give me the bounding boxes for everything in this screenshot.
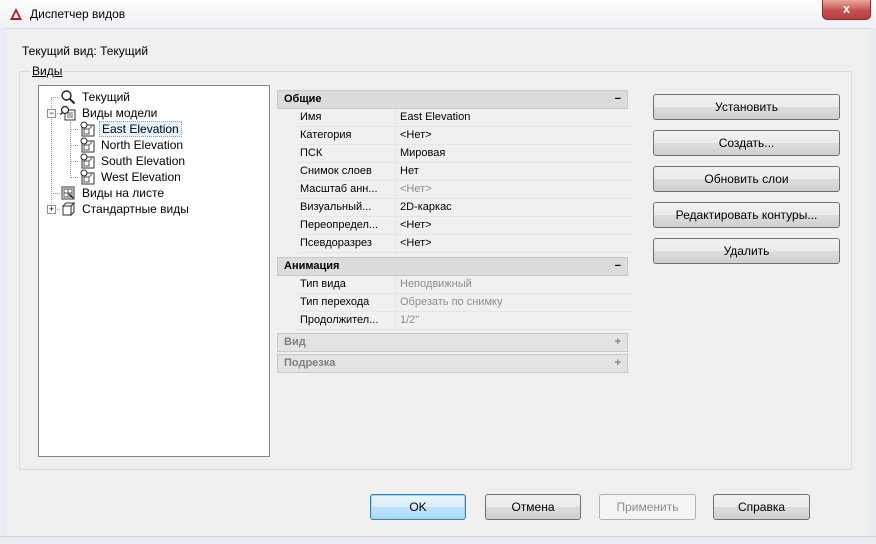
tree-line bbox=[70, 122, 71, 178]
tree-item-label: Виды модели bbox=[82, 106, 158, 120]
property-row[interactable]: Визуальный... 2D-каркас bbox=[277, 199, 632, 217]
preset-views-cube-icon bbox=[61, 201, 76, 217]
property-value[interactable]: Нет bbox=[396, 163, 632, 181]
category-title: Вид bbox=[284, 336, 306, 348]
tree-item-label: Текущий bbox=[82, 90, 130, 104]
expand-icon[interactable]: + bbox=[615, 355, 621, 372]
property-value[interactable]: 2D-каркас bbox=[396, 199, 632, 217]
category-clipping[interactable]: Подрезка + bbox=[277, 354, 628, 373]
named-view-icon bbox=[80, 153, 95, 169]
ok-button[interactable]: OK bbox=[370, 494, 466, 520]
layout-views-icon bbox=[61, 186, 75, 200]
edit-boundaries-button[interactable]: Редактировать контуры... bbox=[653, 202, 840, 228]
collapse-toggle[interactable]: − bbox=[47, 109, 56, 118]
property-row[interactable]: Переопредел... <Нет> bbox=[277, 217, 632, 235]
named-view-icon bbox=[80, 169, 95, 185]
title-bar: Диспетчер видов x bbox=[0, 0, 876, 29]
close-button[interactable]: x bbox=[822, 0, 871, 20]
property-row[interactable]: Продолжител... 1/2" bbox=[277, 312, 632, 330]
property-name: Продолжител... bbox=[297, 312, 396, 330]
cancel-button[interactable]: Отмена bbox=[485, 494, 581, 520]
property-name: Имя bbox=[297, 109, 396, 127]
category-view[interactable]: Вид + bbox=[277, 333, 628, 352]
property-name: Тип вида bbox=[297, 276, 396, 294]
property-value[interactable]: Мировая bbox=[396, 145, 632, 163]
named-view-icon bbox=[80, 137, 95, 153]
current-view-label: Текущий вид: Текущий bbox=[22, 44, 149, 58]
tree-item-label: North Elevation bbox=[101, 138, 184, 152]
property-name: ПСК bbox=[297, 145, 396, 163]
model-views-icon bbox=[60, 105, 76, 121]
property-value[interactable]: <Нет> bbox=[396, 235, 632, 253]
property-value[interactable]: East Elevation bbox=[396, 109, 632, 127]
tree-item-label: West Elevation bbox=[101, 170, 181, 184]
update-layers-button[interactable]: Обновить слои bbox=[653, 166, 840, 192]
tree-item-label: Виды на листе bbox=[82, 186, 165, 200]
property-name: Псевдоразрез bbox=[297, 235, 396, 253]
views-tree[interactable]: Текущий − Виды модели East Elevation Nor… bbox=[38, 85, 270, 457]
property-name: Переопредел... bbox=[297, 217, 396, 235]
property-value: <Нет> bbox=[396, 181, 632, 199]
window-title: Диспетчер видов bbox=[30, 7, 126, 21]
property-row[interactable]: Тип вида Неподвижный bbox=[277, 276, 632, 294]
property-value[interactable]: <Нет> bbox=[396, 127, 632, 145]
tree-item-label: South Elevation bbox=[101, 154, 186, 168]
category-general[interactable]: Общие − bbox=[277, 90, 628, 109]
views-group-label: Виды bbox=[30, 64, 65, 78]
window-frame-right bbox=[868, 28, 876, 543]
property-row[interactable]: ПСК Мировая bbox=[277, 145, 632, 163]
property-value: Неподвижный bbox=[396, 276, 632, 294]
collapse-icon[interactable]: − bbox=[615, 258, 621, 275]
tree-line bbox=[51, 97, 60, 98]
tree-line bbox=[70, 161, 78, 162]
expand-icon[interactable]: + bbox=[615, 334, 621, 351]
tree-item-label: Стандартные виды bbox=[82, 202, 189, 216]
property-value: Обрезать по снимку bbox=[396, 294, 632, 312]
property-row[interactable]: Псевдоразрез <Нет> bbox=[277, 235, 632, 253]
magnifier-icon bbox=[61, 90, 76, 105]
named-view-icon bbox=[80, 121, 95, 137]
property-name: Визуальный... bbox=[297, 199, 396, 217]
category-title: Общие bbox=[284, 93, 322, 105]
property-name: Масштаб анн... bbox=[297, 181, 396, 199]
property-row[interactable]: Масштаб анн... <Нет> bbox=[277, 181, 632, 199]
tree-line bbox=[70, 145, 78, 146]
property-name: Снимок слоев bbox=[297, 163, 396, 181]
tree-line bbox=[70, 129, 78, 130]
property-row[interactable]: Категория <Нет> bbox=[277, 127, 632, 145]
property-row[interactable]: Тип перехода Обрезать по снимку bbox=[277, 294, 632, 312]
collapse-icon[interactable]: − bbox=[615, 91, 621, 108]
property-row[interactable]: Снимок слоев Нет bbox=[277, 163, 632, 181]
property-name: Категория bbox=[297, 127, 396, 145]
property-row[interactable]: Имя East Elevation bbox=[277, 109, 632, 127]
autocad-logo-icon bbox=[10, 8, 22, 20]
help-button[interactable]: Справка bbox=[713, 494, 810, 520]
property-value[interactable]: <Нет> bbox=[396, 217, 632, 235]
new-view-button[interactable]: Создать... bbox=[653, 130, 840, 156]
category-animation[interactable]: Анимация − bbox=[277, 257, 628, 276]
expand-toggle[interactable]: + bbox=[47, 205, 56, 214]
property-name: Тип перехода bbox=[297, 294, 396, 312]
category-title: Подрезка bbox=[284, 357, 336, 369]
set-current-button[interactable]: Установить bbox=[653, 94, 840, 120]
tree-item-label: East Elevation bbox=[99, 121, 182, 137]
category-title: Анимация bbox=[284, 260, 340, 272]
property-value: 1/2" bbox=[396, 312, 632, 330]
close-icon: x bbox=[842, 1, 851, 16]
tree-line bbox=[51, 193, 60, 194]
tree-line bbox=[70, 177, 78, 178]
apply-button[interactable]: Применить bbox=[599, 494, 696, 520]
delete-button[interactable]: Удалить bbox=[653, 238, 840, 264]
